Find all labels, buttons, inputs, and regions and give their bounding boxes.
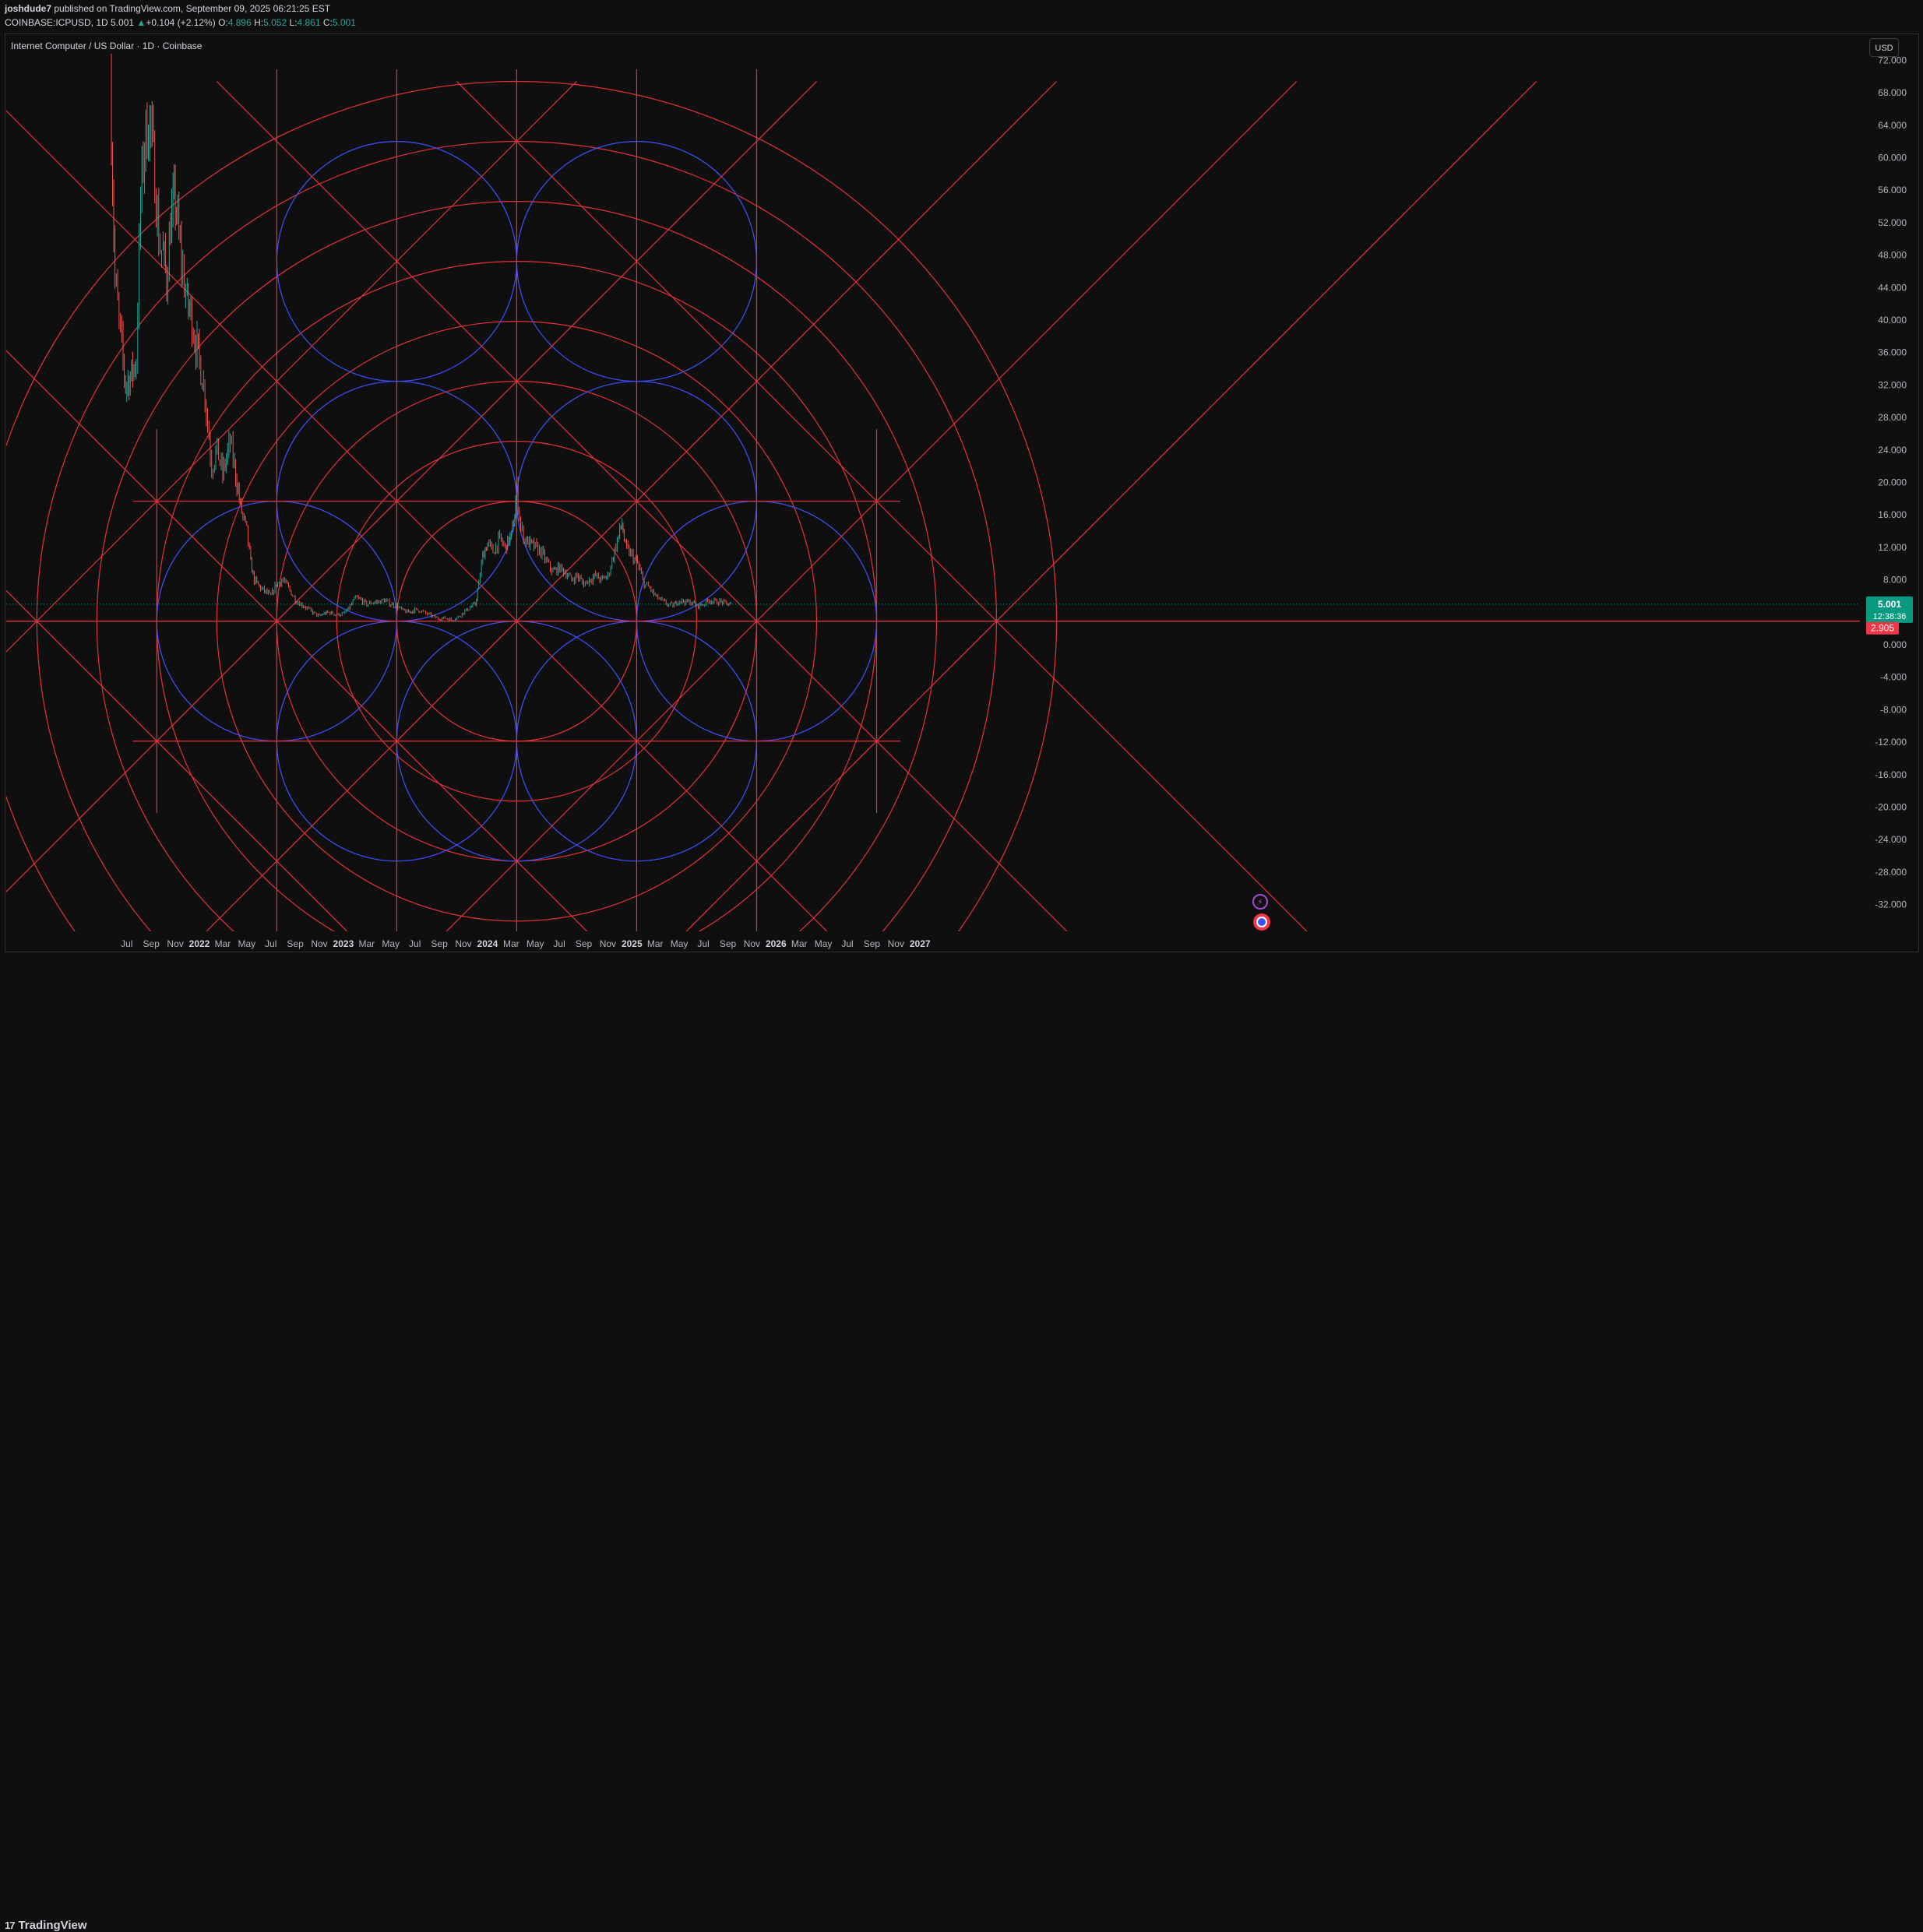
x-tick-label: Mar [503,938,519,949]
y-tick-label: 56.000 [1878,185,1907,195]
x-tick-label: Sep [864,938,881,949]
x-tick-label: Sep [431,938,448,949]
x-tick-label: Jul [265,938,276,949]
y-tick-label: 0.000 [1883,639,1907,650]
y-tick-label: 28.000 [1878,412,1907,423]
x-tick-label: Jul [409,938,421,949]
countdown-badge-label: 12:38:36 [1873,612,1907,621]
y-tick-label: -12.000 [1875,737,1907,748]
y-tick-label: -32.000 [1875,899,1907,910]
y-tick-label: 40.000 [1878,315,1907,326]
y-tick-label: -8.000 [1880,704,1907,715]
lightning-icon: ⚡ [1257,898,1263,907]
y-tick-label: 36.000 [1878,347,1907,358]
gann-diagonal-line [6,350,588,931]
x-tick-label: May [382,938,400,949]
flag-center-icon [1258,918,1266,926]
tradingview-logo-icon: 17 [5,1920,16,1931]
x-tick-label: 2025 [622,938,643,949]
y-tick-label: 60.000 [1878,153,1907,164]
gann-diagonal-line [6,81,577,653]
event-markers[interactable]: ⚡ [1252,894,1270,931]
x-tick-label: May [527,938,544,949]
tradingview-logo[interactable]: 17 TradingView [5,1919,87,1932]
y-tick-label: -4.000 [1880,672,1907,683]
y-tick-label: -16.000 [1875,769,1907,780]
y-tick-label: 68.000 [1878,87,1907,98]
x-tick-label: Sep [576,938,593,949]
y-tick-label: 24.000 [1878,445,1907,456]
y-tick-label: 8.000 [1883,575,1907,586]
x-tick-label: Mar [791,938,808,949]
gann-diagonal-line [6,81,817,892]
gann-diagonal-line [456,81,1308,931]
y-tick-label: 48.000 [1878,250,1907,261]
y-tick-label: 44.000 [1878,282,1907,293]
x-tick-label: Jul [553,938,565,949]
x-tick-label: 2022 [189,938,210,949]
x-tick-label: Nov [167,938,183,949]
price-series [111,53,731,621]
gann-diagonal-line [6,589,348,931]
x-tick-label: Nov [888,938,904,949]
x-tick-label: Nov [600,938,616,949]
y-tick-label: 20.000 [1878,477,1907,488]
x-tick-label: May [815,938,833,949]
x-tick-label: Jul [121,938,132,949]
y-tick-label: -20.000 [1875,802,1907,813]
footer-bar: 17 TradingView [0,956,1923,1932]
time-axis[interactable]: Jul Sep Nov 2022 Mar May Jul Sep Nov 2023 Mar May Ju… [121,938,931,949]
gann-square-overlay [6,69,1537,931]
x-tick-label: Jul [841,938,853,949]
x-tick-label: 2026 [766,938,787,949]
y-tick-label: -28.000 [1875,867,1907,878]
x-tick-label: Sep [287,938,304,949]
y-tick-label: 52.000 [1878,217,1907,228]
y-tick-label: 32.000 [1878,379,1907,390]
tradingview-logo-text: TradingView [18,1919,87,1932]
x-tick-label: Nov [311,938,327,949]
x-tick-label: Mar [358,938,375,949]
currency-button[interactable]: USD [1869,38,1899,57]
x-tick-label: Mar [647,938,664,949]
x-tick-label: May [238,938,255,949]
level-price-badge-label: 2.905 [1871,623,1894,634]
price-axis[interactable]: 72.00068.00064.00060.00056.00052.00048.0… [1866,55,1913,910]
gann-diagonal-line [685,81,1537,931]
y-tick-label: 64.000 [1878,120,1907,131]
x-tick-label: 2023 [333,938,354,949]
y-tick-label: 16.000 [1878,509,1907,520]
chart-legend-title[interactable]: Internet Computer / US Dollar · 1D · Coi… [11,40,202,51]
last-price-badge-label: 5.001 [1878,599,1901,610]
x-tick-label: Jul [697,938,709,949]
horizontal-level-line[interactable] [6,604,1860,622]
x-tick-label: 2024 [477,938,498,949]
x-tick-label: Nov [744,938,760,949]
x-tick-label: Sep [143,938,160,949]
x-tick-label: May [671,938,689,949]
price-chart[interactable]: 72.00068.00064.00060.00056.00052.00048.0… [0,0,1923,984]
x-tick-label: Mar [215,938,231,949]
x-tick-label: Nov [455,938,471,949]
x-tick-label: Sep [720,938,737,949]
y-tick-label: 12.000 [1878,542,1907,553]
y-tick-label: -24.000 [1875,834,1907,845]
x-tick-label: 2027 [910,938,931,949]
